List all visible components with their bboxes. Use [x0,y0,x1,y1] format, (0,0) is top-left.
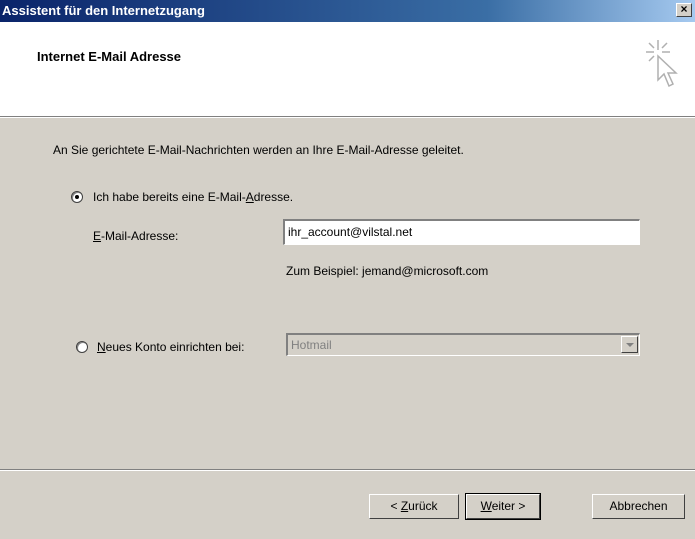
window-title: Assistent für den Internetzugang [2,3,205,18]
provider-select[interactable]: Hotmail [286,333,640,356]
existing-address-label[interactable]: Ich habe bereits eine E-Mail-Adresse. [93,190,293,204]
back-button[interactable]: < Zurück [369,494,459,519]
email-field[interactable]: ihr_account@vilstal.net [283,219,640,245]
wizard-cursor-icon [646,40,678,88]
existing-address-radio[interactable] [71,191,83,203]
new-account-label[interactable]: Neues Konto einrichten bei: [97,340,244,354]
email-field-label: E-Mail-Adresse: [93,229,179,243]
footer-divider-highlight [0,470,695,471]
cancel-button[interactable]: Abbrechen [592,494,685,519]
wizard-header: Internet E-Mail Adresse [0,22,695,118]
new-account-radio[interactable] [76,341,88,353]
provider-select-value: Hotmail [291,338,332,352]
close-button[interactable]: × [676,3,692,17]
next-button[interactable]: Weiter > [465,493,541,520]
page-title: Internet E-Mail Adresse [37,49,182,64]
intro-text: An Sie gerichtete E-Mail-Nachrichten wer… [53,143,464,157]
title-bar: Assistent für den Internetzugang × [0,0,695,22]
example-text: Zum Beispiel: jemand@microsoft.com [286,264,489,278]
chevron-down-icon[interactable] [621,336,638,353]
